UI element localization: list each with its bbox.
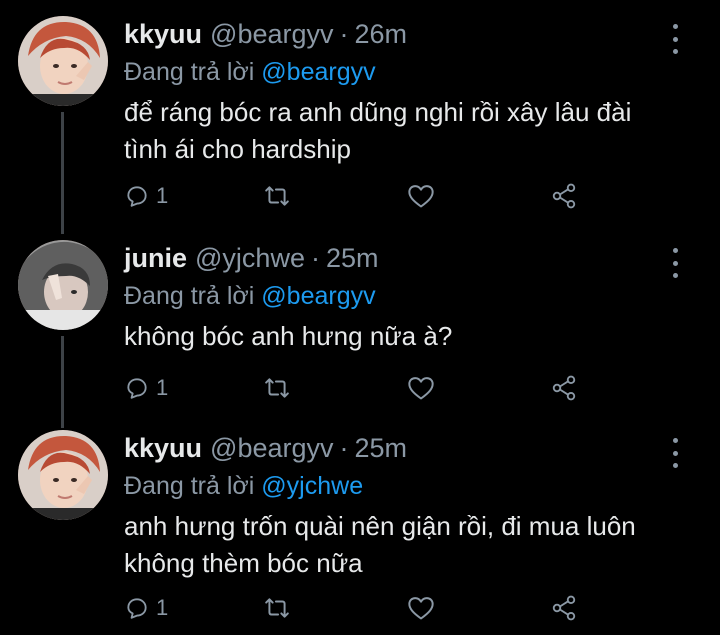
action-bar: 1 xyxy=(124,370,594,406)
separator: · xyxy=(339,433,349,463)
user-handle[interactable]: @yjchwe xyxy=(195,240,305,276)
replying-to-label: Đang trả lời xyxy=(124,472,255,500)
tweet[interactable]: kkyuu @beargyv · 26m Đang trả lời @bearg… xyxy=(0,16,720,216)
reply-button[interactable]: 1 xyxy=(124,590,168,626)
retweet-icon xyxy=(265,598,289,618)
reply-icon xyxy=(127,378,147,399)
tweet[interactable]: junie @yjchwe · 25m Đang trả lời @beargy… xyxy=(0,240,720,410)
reply-icon xyxy=(127,598,147,619)
display-name[interactable]: kkyuu xyxy=(124,430,202,466)
reply-button[interactable]: 1 xyxy=(124,178,168,214)
share-button[interactable] xyxy=(550,178,578,214)
reply-count: 1 xyxy=(156,375,169,400)
tweet-text: không bóc anh hưng nữa à? xyxy=(124,318,694,355)
like-button[interactable] xyxy=(407,370,435,406)
user-handle[interactable]: @beargyv xyxy=(210,16,333,52)
retweet-button[interactable] xyxy=(262,590,292,626)
mention-link[interactable]: @beargyv xyxy=(261,282,375,310)
replying-to-label: Đang trả lời xyxy=(124,282,255,310)
avatar[interactable] xyxy=(18,16,108,106)
timestamp[interactable]: 25m xyxy=(326,240,379,276)
reply-count: 1 xyxy=(156,595,169,620)
tweet-header: kkyuu @beargyv · 25m xyxy=(124,430,407,466)
replying-to: Đang trả lời @yjchwe xyxy=(124,468,363,504)
mention-link[interactable]: @beargyv xyxy=(261,58,375,86)
tweet-text-line: để ráng bóc ra anh dũng nghi rồi xây lâu… xyxy=(124,97,632,127)
replying-to: Đang trả lời @beargyv xyxy=(124,54,376,90)
mention-link[interactable]: @yjchwe xyxy=(261,472,363,500)
tweet-text-line: không bóc anh hưng nữa à? xyxy=(124,321,453,351)
retweet-button[interactable] xyxy=(262,370,292,406)
timestamp[interactable]: 26m xyxy=(355,16,408,52)
share-icon xyxy=(552,595,576,621)
retweet-icon xyxy=(265,186,289,206)
tweet-header: kkyuu @beargyv · 26m xyxy=(124,16,407,52)
user-handle[interactable]: @beargyv xyxy=(210,430,333,466)
replying-to: Đang trả lời @beargyv xyxy=(124,278,376,314)
action-bar: 1 xyxy=(124,178,594,214)
timestamp[interactable]: 25m xyxy=(355,430,408,466)
share-button[interactable] xyxy=(550,370,578,406)
tweet-text-line: không thèm bóc nữa xyxy=(124,548,363,578)
more-icon[interactable] xyxy=(666,248,684,278)
tweet-text: để ráng bóc ra anh dũng nghi rồi xây lâu… xyxy=(124,94,694,168)
reply-icon xyxy=(127,186,147,207)
tweet-text: anh hưng trốn quài nên giận rồi, đi mua … xyxy=(124,508,694,582)
separator: · xyxy=(310,243,320,273)
tweet-text-line: anh hưng trốn quài nên giận rồi, đi mua … xyxy=(124,511,636,541)
tweet-header: junie @yjchwe · 25m xyxy=(124,240,379,276)
share-button[interactable] xyxy=(550,590,578,626)
like-icon xyxy=(408,377,434,400)
tweet[interactable]: kkyuu @beargyv · 25m Đang trả lời @yjchw… xyxy=(0,430,720,630)
share-icon xyxy=(552,375,576,401)
more-icon[interactable] xyxy=(666,24,684,54)
like-icon xyxy=(408,185,434,208)
retweet-button[interactable] xyxy=(262,178,292,214)
reply-button[interactable]: 1 xyxy=(124,370,168,406)
like-button[interactable] xyxy=(407,590,435,626)
separator: · xyxy=(339,19,349,49)
tweet-text-line: tình ái cho hardship xyxy=(124,134,351,164)
reply-count: 1 xyxy=(156,183,169,208)
like-icon xyxy=(408,597,434,620)
replying-to-label: Đang trả lời xyxy=(124,58,255,86)
avatar[interactable] xyxy=(18,430,108,520)
retweet-icon xyxy=(265,378,289,398)
display-name[interactable]: kkyuu xyxy=(124,16,202,52)
share-icon xyxy=(552,183,576,209)
action-bar: 1 xyxy=(124,590,594,626)
avatar[interactable] xyxy=(18,240,108,330)
more-icon[interactable] xyxy=(666,438,684,468)
like-button[interactable] xyxy=(407,178,435,214)
display-name[interactable]: junie xyxy=(124,240,187,276)
